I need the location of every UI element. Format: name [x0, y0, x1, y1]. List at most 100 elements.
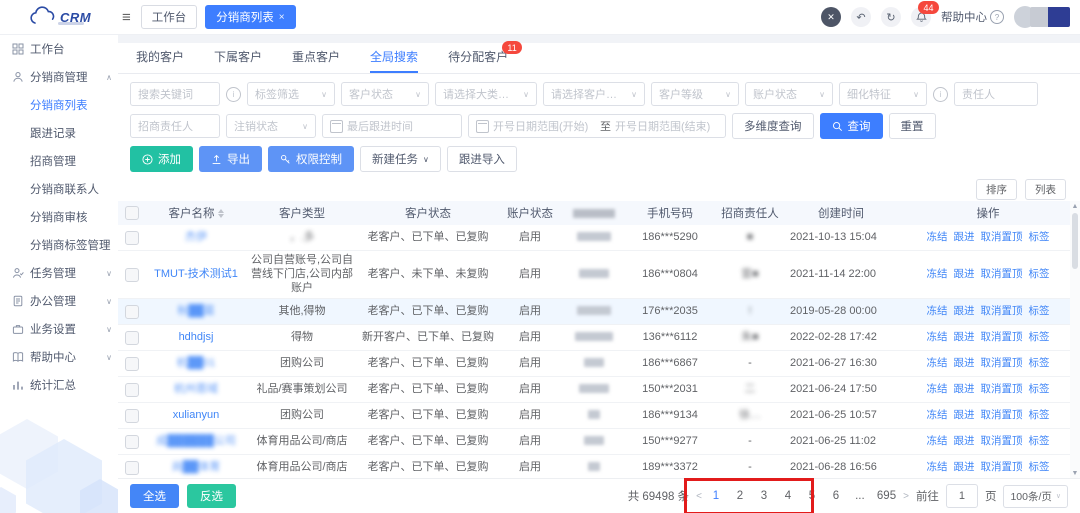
row-action-followup[interactable]: 跟进	[954, 435, 975, 448]
sidebar-item-8[interactable]: 任务管理∨	[0, 259, 118, 287]
row-action-unpin[interactable]: 取消置顶	[981, 435, 1023, 448]
sort-view-button[interactable]: 排序	[976, 179, 1017, 200]
row-action-freeze[interactable]: 冻结	[927, 231, 948, 244]
sidebar-item-11[interactable]: 帮助中心∨	[0, 343, 118, 371]
row-action-tag[interactable]: 标签	[1029, 357, 1050, 370]
filter-select-r1-2[interactable]: 客户状态∨	[341, 82, 429, 106]
row-action-unpin[interactable]: 取消置顶	[981, 357, 1023, 370]
customer-name-link[interactable]: 尚██体育	[172, 461, 221, 473]
filter-input-r1-0[interactable]: 搜索关键词	[130, 82, 220, 106]
reset-button[interactable]: 重置	[889, 113, 936, 139]
row-action-followup[interactable]: 跟进	[954, 305, 975, 318]
filter-select-r1-1[interactable]: 标签筛选∨	[247, 82, 335, 106]
row-action-tag[interactable]: 标签	[1029, 461, 1050, 474]
menu-icon[interactable]: ≡	[122, 9, 131, 26]
sort-icon[interactable]	[218, 209, 224, 218]
page-number-1[interactable]: 1	[709, 490, 723, 502]
row-checkbox[interactable]	[125, 268, 139, 282]
row-action-tag[interactable]: 标签	[1029, 435, 1050, 448]
back-icon[interactable]: ↶	[851, 7, 871, 27]
row-action-unpin[interactable]: 取消置顶	[981, 409, 1023, 422]
scrollbar-thumb[interactable]	[1072, 213, 1078, 269]
row-action-unpin[interactable]: 取消置顶	[981, 461, 1023, 474]
customer-name-link[interactable]: 成██████公司	[156, 435, 236, 447]
row-action-followup[interactable]: 跟进	[954, 268, 975, 281]
multi-query-button[interactable]: 多维度查询	[732, 113, 814, 139]
customer-name-link[interactable]: TMUT-技术测试1	[154, 268, 238, 280]
sidebar-item-3[interactable]: 跟进记录	[0, 119, 118, 147]
row-action-freeze[interactable]: 冻结	[927, 305, 948, 318]
clear-icon[interactable]: ✕	[821, 7, 841, 27]
sidebar-item-2[interactable]: 分销商列表	[0, 91, 118, 119]
row-action-tag[interactable]: 标签	[1029, 231, 1050, 244]
goto-page-input[interactable]	[946, 484, 978, 508]
page-number-5[interactable]: 5	[805, 490, 819, 502]
permission-control-button[interactable]: 权限控制	[268, 146, 354, 172]
tab-2[interactable]: 重点客户	[292, 48, 340, 73]
page-size-select[interactable]: 100条/页 ∨	[1003, 485, 1068, 508]
next-page-icon[interactable]: >	[903, 491, 909, 502]
invert-select-button[interactable]: 反选	[187, 484, 236, 508]
row-checkbox[interactable]	[125, 435, 139, 449]
row-checkbox[interactable]	[125, 357, 139, 371]
row-action-freeze[interactable]: 冻结	[927, 268, 948, 281]
row-checkbox[interactable]	[125, 461, 139, 475]
customer-name-link[interactable]: 秋██葛	[177, 305, 215, 317]
page-number-4[interactable]: 4	[781, 490, 795, 502]
close-tab-icon[interactable]: ×	[279, 12, 285, 23]
help-center-link[interactable]: 帮助中心 ?	[941, 9, 1004, 25]
row-action-freeze[interactable]: 冻结	[927, 435, 948, 448]
row-action-followup[interactable]: 跟进	[954, 383, 975, 396]
sidebar-item-10[interactable]: 业务设置∨	[0, 315, 118, 343]
row-action-unpin[interactable]: 取消置顶	[981, 231, 1023, 244]
row-checkbox[interactable]	[125, 305, 139, 319]
customer-name-link[interactable]: xulianyun	[173, 409, 219, 421]
row-action-followup[interactable]: 跟进	[954, 409, 975, 422]
filter-input-r2-0[interactable]: 招商责任人	[130, 114, 220, 138]
page-number-2[interactable]: 2	[733, 490, 747, 502]
row-action-followup[interactable]: 跟进	[954, 357, 975, 370]
bell-icon[interactable]: 44	[911, 7, 931, 27]
page-number-695[interactable]: 695	[877, 490, 896, 502]
prev-page-icon[interactable]: <	[696, 491, 702, 502]
filter-select-r1-4[interactable]: 请选择客户类型∨	[543, 82, 645, 106]
row-action-followup[interactable]: 跟进	[954, 331, 975, 344]
row-action-freeze[interactable]: 冻结	[927, 461, 948, 474]
row-action-unpin[interactable]: 取消置顶	[981, 383, 1023, 396]
sidebar-item-0[interactable]: 工作台	[0, 35, 118, 63]
refresh-icon[interactable]: ↻	[881, 7, 901, 27]
new-task-button[interactable]: 新建任务∨	[360, 146, 441, 172]
scroll-down-icon[interactable]: ▼	[1072, 468, 1079, 478]
page-number-6[interactable]: 6	[829, 490, 843, 502]
tab-3[interactable]: 全局搜索	[370, 48, 418, 73]
filter-input-r2-2[interactable]: 最后跟进时间	[322, 114, 462, 138]
filter-select-r2-1[interactable]: 注销状态∨	[226, 114, 316, 138]
sidebar-item-6[interactable]: 分销商审核	[0, 203, 118, 231]
row-action-freeze[interactable]: 冻结	[927, 383, 948, 396]
filter-input-r1-8[interactable]: 责任人	[954, 82, 1038, 106]
customer-name-link[interactable]: 杭州恩域	[174, 383, 218, 395]
sidebar-item-12[interactable]: 统计汇总	[0, 371, 118, 399]
customer-name-link[interactable]: 杭██01	[177, 357, 216, 369]
sidebar-item-5[interactable]: 分销商联系人	[0, 175, 118, 203]
page-number-3[interactable]: 3	[757, 490, 771, 502]
row-action-freeze[interactable]: 冻结	[927, 357, 948, 370]
filter-select-r1-3[interactable]: 请选择大类（客）∨	[435, 82, 537, 106]
filter-input-r2-3[interactable]: 开号日期范围(开始)至开号日期范围(结束)	[468, 114, 726, 138]
row-action-tag[interactable]: 标签	[1029, 268, 1050, 281]
table-scrollbar[interactable]: ▲ ▼	[1070, 201, 1080, 478]
select-all-button[interactable]: 全选	[130, 484, 179, 508]
add-button[interactable]: 添加	[130, 146, 193, 172]
customer-name-link[interactable]: 杰伊	[185, 231, 207, 243]
row-action-unpin[interactable]: 取消置顶	[981, 331, 1023, 344]
tab-1[interactable]: 下属客户	[214, 48, 262, 73]
filter-select-r1-5[interactable]: 客户等级∨	[651, 82, 739, 106]
row-action-tag[interactable]: 标签	[1029, 409, 1050, 422]
sidebar-item-9[interactable]: 办公管理∨	[0, 287, 118, 315]
window-tab-0[interactable]: 工作台	[141, 5, 198, 29]
sidebar-item-7[interactable]: 分销商标签管理	[0, 231, 118, 259]
sidebar-item-4[interactable]: 招商管理	[0, 147, 118, 175]
select-all-checkbox[interactable]	[125, 206, 139, 220]
export-button[interactable]: 导出	[199, 146, 262, 172]
row-action-tag[interactable]: 标签	[1029, 383, 1050, 396]
